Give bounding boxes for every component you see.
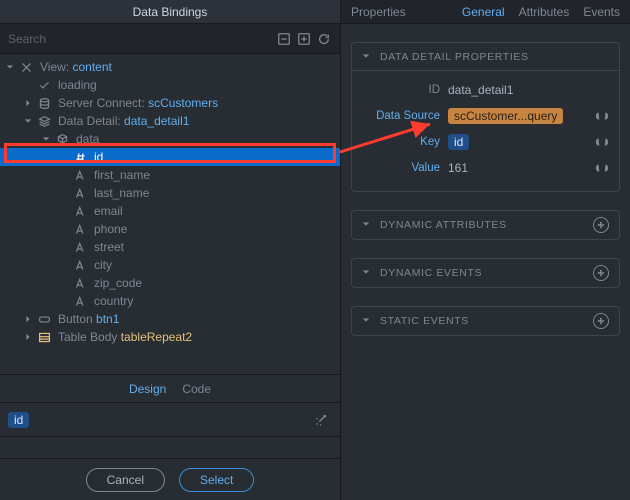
section-header[interactable]: STATIC EVENTS bbox=[352, 307, 619, 335]
check-icon bbox=[36, 77, 52, 93]
bind-icon[interactable] bbox=[593, 135, 611, 149]
add-icon[interactable] bbox=[593, 265, 609, 281]
cube-icon bbox=[54, 131, 70, 147]
text-icon bbox=[72, 293, 88, 309]
tree-item-field-phone[interactable]: phone bbox=[0, 220, 340, 238]
section-static-events: STATIC EVENTS bbox=[351, 306, 620, 336]
text-icon bbox=[72, 221, 88, 237]
panel-title: Data Bindings bbox=[0, 0, 340, 24]
design-code-switch: Design Code bbox=[0, 374, 340, 402]
section-title: DYNAMIC ATTRIBUTES bbox=[380, 219, 507, 231]
section-dynamic-attributes: DYNAMIC ATTRIBUTES bbox=[351, 210, 620, 240]
section-header[interactable]: DATA DETAIL PROPERTIES bbox=[352, 43, 619, 71]
data-source-value[interactable]: scCustomer...query bbox=[448, 108, 585, 124]
tree-item-loading[interactable]: loading bbox=[0, 76, 340, 94]
text-icon bbox=[72, 185, 88, 201]
value-value[interactable]: 161 bbox=[448, 161, 585, 175]
id-value[interactable]: data_detail1 bbox=[448, 83, 611, 97]
table-icon bbox=[36, 329, 52, 345]
tree-item-table-body[interactable]: Table Body tableRepeat2 bbox=[0, 328, 340, 346]
section-title: DATA DETAIL PROPERTIES bbox=[380, 51, 529, 63]
code-tab[interactable]: Code bbox=[182, 382, 211, 396]
bind-icon[interactable] bbox=[593, 161, 611, 175]
properties-tabs: General Attributes Events bbox=[462, 5, 620, 19]
text-icon bbox=[72, 275, 88, 291]
tree-item-field-country[interactable]: country bbox=[0, 292, 340, 310]
section-dynamic-events: DYNAMIC EVENTS bbox=[351, 258, 620, 288]
database-icon bbox=[36, 95, 52, 111]
tree-item-button[interactable]: Button btn1 bbox=[0, 310, 340, 328]
dialog-buttons: Cancel Select bbox=[0, 458, 340, 500]
section-header[interactable]: DYNAMIC EVENTS bbox=[352, 259, 619, 287]
text-icon bbox=[72, 167, 88, 183]
add-icon[interactable] bbox=[593, 217, 609, 233]
section-data-detail-properties: DATA DETAIL PROPERTIES ID data_detail1 D… bbox=[351, 42, 620, 192]
expand-icon[interactable] bbox=[294, 29, 314, 49]
text-icon bbox=[72, 257, 88, 273]
properties-panel: Properties General Attributes Events DAT… bbox=[341, 0, 630, 500]
spacer bbox=[0, 436, 340, 458]
data-bindings-panel: Data Bindings View: content loading Serv… bbox=[0, 0, 341, 500]
tree-item-field-street[interactable]: street bbox=[0, 238, 340, 256]
select-button[interactable]: Select bbox=[179, 468, 254, 492]
tree-item-field-last-name[interactable]: last_name bbox=[0, 184, 340, 202]
section-title: STATIC EVENTS bbox=[380, 315, 469, 327]
cancel-button[interactable]: Cancel bbox=[86, 468, 165, 492]
layers-icon bbox=[36, 113, 52, 129]
tree-item-data-detail[interactable]: Data Detail: data_detail1 bbox=[0, 112, 340, 130]
tree-item-data[interactable]: data bbox=[0, 130, 340, 148]
prop-data-source: Data Source scCustomer...query bbox=[360, 103, 611, 129]
tree-item-field-zip-code[interactable]: zip_code bbox=[0, 274, 340, 292]
value-bar: id bbox=[0, 402, 340, 436]
prop-value: Value 161 bbox=[360, 155, 611, 181]
hash-icon bbox=[72, 149, 88, 165]
tree-item-field-id[interactable]: id bbox=[0, 148, 340, 166]
add-icon[interactable] bbox=[593, 313, 609, 329]
button-icon bbox=[36, 311, 52, 327]
tree-item-server-connect[interactable]: Server Connect: scCustomers bbox=[0, 94, 340, 112]
tab-events[interactable]: Events bbox=[583, 5, 620, 19]
tab-attributes[interactable]: Attributes bbox=[519, 5, 570, 19]
prop-key: Key id bbox=[360, 129, 611, 155]
text-icon bbox=[72, 203, 88, 219]
search-bar bbox=[0, 24, 340, 54]
text-icon bbox=[72, 239, 88, 255]
tree-item-view[interactable]: View: content bbox=[0, 58, 340, 76]
section-header[interactable]: DYNAMIC ATTRIBUTES bbox=[352, 211, 619, 239]
design-tab[interactable]: Design bbox=[129, 382, 166, 396]
tree-item-field-city[interactable]: city bbox=[0, 256, 340, 274]
search-input[interactable] bbox=[6, 31, 274, 47]
section-title: DYNAMIC EVENTS bbox=[380, 267, 482, 279]
binding-tree: View: content loading Server Connect: sc… bbox=[0, 54, 340, 374]
key-value[interactable]: id bbox=[448, 134, 585, 150]
close-x-icon bbox=[18, 59, 34, 75]
refresh-icon[interactable] bbox=[314, 29, 334, 49]
tab-general[interactable]: General bbox=[462, 5, 505, 19]
properties-title: Properties bbox=[351, 5, 406, 19]
bind-icon[interactable] bbox=[593, 109, 611, 123]
prop-id: ID data_detail1 bbox=[360, 77, 611, 103]
tree-item-field-email[interactable]: email bbox=[0, 202, 340, 220]
tree-item-field-first-name[interactable]: first_name bbox=[0, 166, 340, 184]
magic-wand-icon[interactable] bbox=[310, 409, 332, 431]
value-chip[interactable]: id bbox=[8, 412, 29, 428]
collapse-icon[interactable] bbox=[274, 29, 294, 49]
